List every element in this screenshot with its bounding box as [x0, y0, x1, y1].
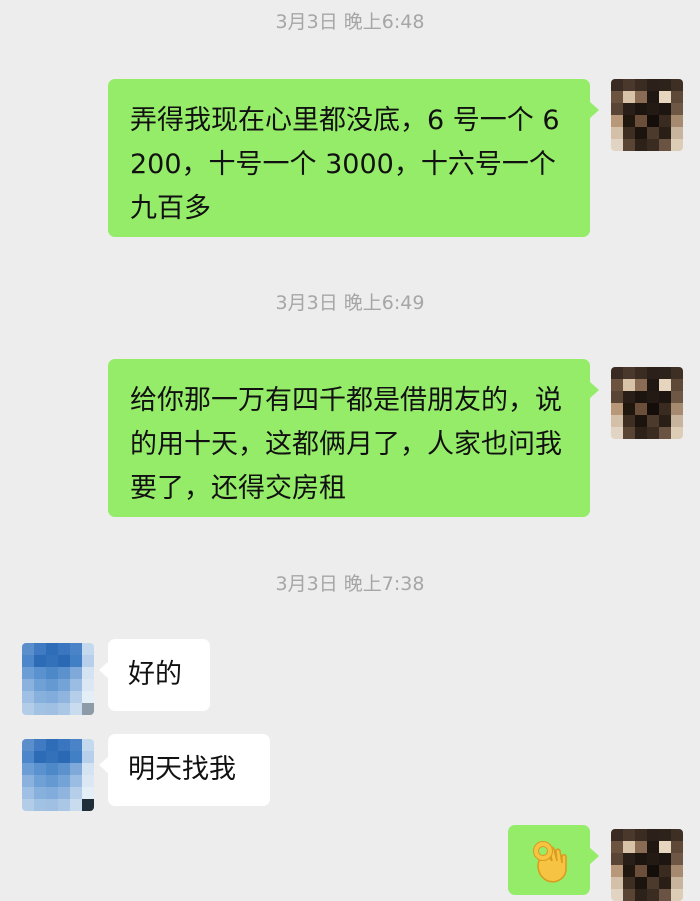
contact-avatar[interactable] [22, 739, 94, 811]
pixelated-avatar-image [22, 643, 94, 715]
timestamp: 3月3日 晚上6:48 [275, 11, 425, 33]
my-avatar[interactable] [611, 79, 683, 151]
pixelated-avatar-image [22, 739, 94, 811]
sent-message-bubble[interactable]: 给你那一万有四千都是借朋友的，说的用十天，这都俩月了，人家也问我要了，还得交房租 [108, 359, 599, 517]
timestamp: 3月3日 晚上7:38 [275, 573, 425, 595]
message-text: 明天找我 [128, 754, 236, 785]
received-message-bubble[interactable]: 好的 [99, 639, 210, 711]
my-avatar[interactable] [611, 829, 683, 901]
pixelated-avatar-image [611, 367, 683, 439]
my-avatar[interactable] [611, 367, 683, 439]
message-text: 弄得我现在心里都没底，6 号一个 6200，十号一个 3000，十六号一个九百多 [130, 105, 560, 224]
sent-message-bubble[interactable]: 弄得我现在心里都没底，6 号一个 6200，十号一个 3000，十六号一个九百多 [108, 79, 599, 237]
received-message-bubble[interactable]: 明天找我 [99, 734, 270, 806]
contact-avatar[interactable] [22, 643, 94, 715]
timestamp: 3月3日 晚上6:49 [275, 292, 425, 314]
pixelated-avatar-image [611, 829, 683, 901]
message-text: 好的 [128, 659, 182, 690]
pixelated-avatar-image [611, 79, 683, 151]
ok-hand-emoji-icon [533, 841, 567, 883]
sent-emoji-bubble[interactable] [508, 825, 599, 895]
message-text: 给你那一万有四千都是借朋友的，说的用十天，这都俩月了，人家也问我要了，还得交房租 [130, 385, 562, 504]
